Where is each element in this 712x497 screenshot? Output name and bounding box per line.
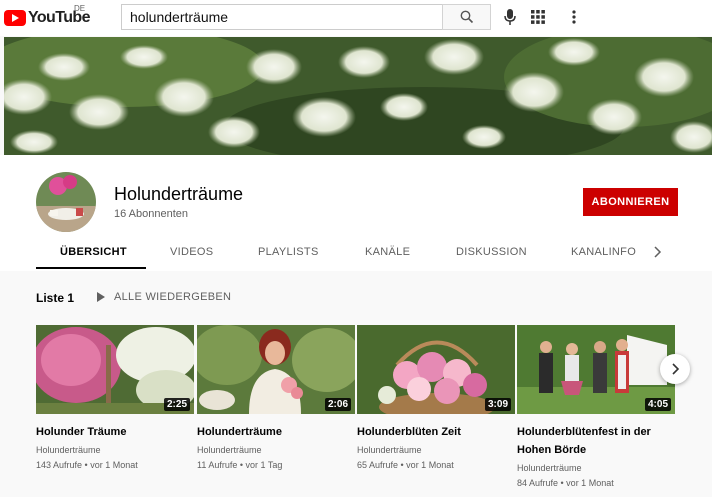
apps-button[interactable] [528,7,548,27]
channel-title: Holunderträume [114,184,244,204]
video-thumbnail[interactable]: 2:25 [36,325,194,414]
search-button[interactable] [442,4,491,30]
video-title[interactable]: Holunderträume [197,423,347,441]
video-channel[interactable]: Holunderträume [517,463,675,473]
video-thumbnail[interactable]: 2:06 [197,325,355,414]
microphone-icon [504,9,516,25]
play-icon [97,292,105,302]
subscriber-count: 16 Abonnenten [114,208,189,220]
video-thumbnail[interactable]: 4:05 [517,325,675,414]
search-icon [460,10,473,24]
video-duration: 2:06 [324,398,351,411]
channel-banner [4,37,712,155]
video-meta: 11 Aufrufe • vor 1 Tag [197,460,283,470]
country-code: DE [74,4,86,13]
video-card[interactable]: 2:25 Holunder Träume Holunderträume 143 … [36,325,194,470]
tab-videos[interactable]: VIDEOS [170,246,213,258]
voice-search-button[interactable] [500,7,520,27]
top-bar: YouTube DE [0,0,712,36]
settings-menu-button[interactable] [564,7,584,27]
video-duration: 4:05 [644,398,671,411]
play-logo-icon [4,10,26,26]
play-all-button[interactable]: ALLE WIEDERGEBEN [96,291,231,303]
channel-header: Holunderträume 16 Abonnenten ABONNIEREN … [0,155,712,271]
video-channel[interactable]: Holunderträume [197,445,355,455]
apps-grid-icon [531,10,545,24]
elderflower-banner-image [4,37,712,155]
avatar-image [36,172,96,232]
play-all-label: ALLE WIEDERGEBEN [114,291,232,303]
video-duration: 2:25 [163,398,190,411]
tab-discussion[interactable]: DISKUSSION [456,246,527,258]
video-channel[interactable]: Holunderträume [357,445,515,455]
tab-playlists[interactable]: PLAYLISTS [258,246,319,258]
section-title: Liste 1 [36,291,75,305]
chevron-right-icon[interactable] [652,245,664,259]
video-meta: 143 Aufrufe • vor 1 Monat [36,460,138,470]
search-box [121,4,491,30]
channel-avatar[interactable] [36,172,96,232]
video-meta: 65 Aufrufe • vor 1 Monat [357,460,454,470]
video-title[interactable]: Holunderblüten Zeit [357,423,507,441]
shelf-next-button[interactable] [660,354,690,384]
tab-overview[interactable]: ÜBERSICHT [60,246,127,258]
video-card[interactable]: 4:05 Holunderblütenfest in der Hohen Bör… [517,325,675,488]
tab-about[interactable]: KANALINFO [571,246,636,258]
video-card[interactable]: 3:09 Holunderblüten Zeit Holunderträume … [357,325,515,470]
video-duration: 3:09 [484,398,511,411]
more-vertical-icon [572,10,576,24]
video-title[interactable]: Holunder Träume [36,423,186,441]
video-meta: 84 Aufrufe • vor 1 Monat [517,478,614,488]
video-channel[interactable]: Holunderträume [36,445,194,455]
tab-channels[interactable]: KANÄLE [365,246,410,258]
active-tab-indicator [36,267,146,269]
search-input[interactable] [121,4,442,30]
subscribe-button[interactable]: ABONNIEREN [583,188,678,216]
video-card[interactable]: 2:06 Holunderträume Holunderträume 11 Au… [197,325,355,470]
video-thumbnail[interactable]: 3:09 [357,325,515,414]
chevron-right-icon [672,363,680,375]
video-title[interactable]: Holunderblütenfest in der Hohen Börde [517,423,667,459]
